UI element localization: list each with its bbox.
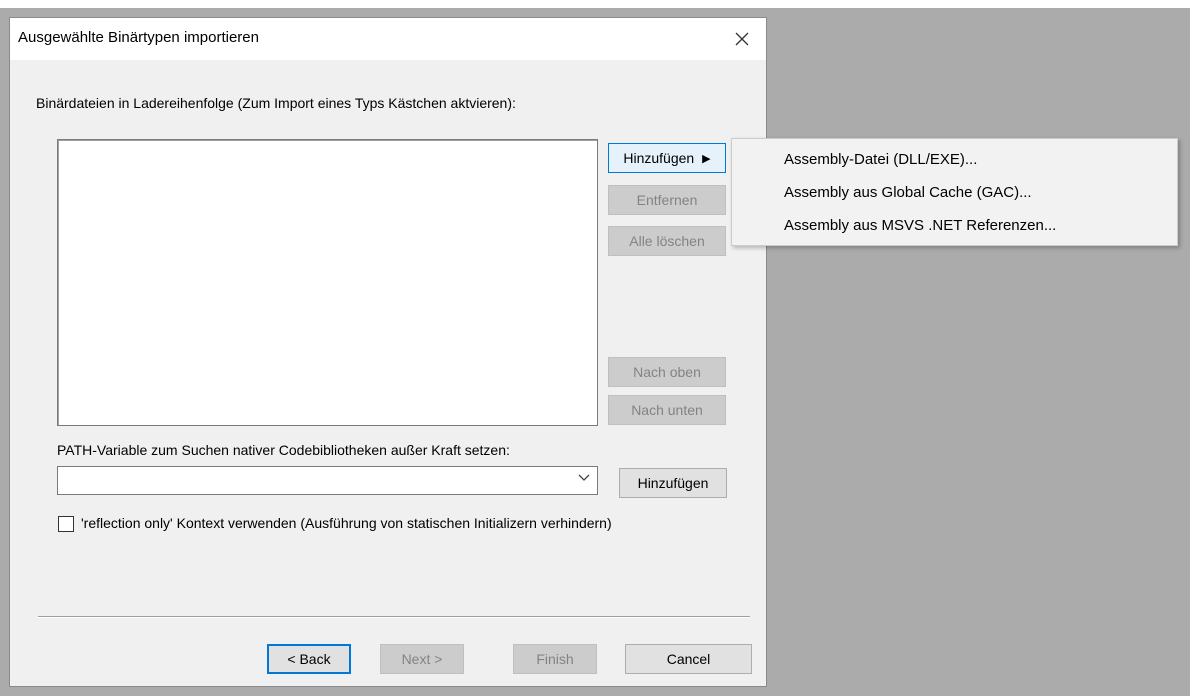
move-up-button[interactable]: Nach oben xyxy=(608,357,726,387)
add-binary-button-label: Hinzufügen xyxy=(623,150,695,166)
move-up-button-label: Nach oben xyxy=(633,364,701,380)
reflection-only-checkbox[interactable] xyxy=(58,516,74,532)
binaries-listbox[interactable] xyxy=(57,139,598,426)
move-down-button-label: Nach unten xyxy=(631,402,703,418)
footer-separator xyxy=(38,616,750,618)
clear-all-button[interactable]: Alle löschen xyxy=(608,226,726,256)
binaries-label: Binärdateien in Ladereihenfolge (Zum Imp… xyxy=(36,95,516,111)
path-add-button[interactable]: Hinzufügen xyxy=(619,468,727,498)
finish-button-label: Finish xyxy=(536,651,574,667)
next-button[interactable]: Next > xyxy=(380,644,464,674)
move-down-button[interactable]: Nach unten xyxy=(608,395,726,425)
close-icon xyxy=(735,32,749,46)
cancel-button[interactable]: Cancel xyxy=(625,644,752,674)
add-binary-button[interactable]: Hinzufügen ▶ xyxy=(608,143,726,173)
next-button-label: Next > xyxy=(401,651,443,667)
back-button-label: < Back xyxy=(287,651,331,667)
submenu-arrow-icon: ▶ xyxy=(702,152,711,165)
dialog-title: Ausgewählte Binärtypen importieren xyxy=(18,29,259,46)
path-variable-combobox[interactable] xyxy=(57,466,598,495)
menu-item-assembly-gac[interactable]: Assembly aus Global Cache (GAC)... xyxy=(784,184,1032,201)
path-add-button-label: Hinzufügen xyxy=(637,475,709,491)
menu-item-assembly-file[interactable]: Assembly-Datei (DLL/EXE)... xyxy=(784,151,977,168)
clear-all-button-label: Alle löschen xyxy=(629,233,705,249)
import-binary-types-dialog: Ausgewählte Binärtypen importieren Binär… xyxy=(9,17,767,687)
close-button[interactable] xyxy=(718,18,766,60)
reflection-only-label: 'reflection only' Kontext verwenden (Aus… xyxy=(81,515,612,531)
back-button[interactable]: < Back xyxy=(267,644,351,674)
chevron-down-icon[interactable] xyxy=(577,470,591,487)
remove-button[interactable]: Entfernen xyxy=(608,185,726,215)
menu-item-assembly-msvs-references[interactable]: Assembly aus MSVS .NET Referenzen... xyxy=(784,217,1056,234)
finish-button[interactable]: Finish xyxy=(513,644,597,674)
add-submenu: Assembly-Datei (DLL/EXE)... Assembly aus… xyxy=(731,138,1178,246)
title-bar: Ausgewählte Binärtypen importieren xyxy=(10,18,766,60)
path-variable-label: PATH-Variable zum Suchen nativer Codebib… xyxy=(57,442,510,458)
cancel-button-label: Cancel xyxy=(666,651,711,667)
remove-button-label: Entfernen xyxy=(636,192,698,208)
